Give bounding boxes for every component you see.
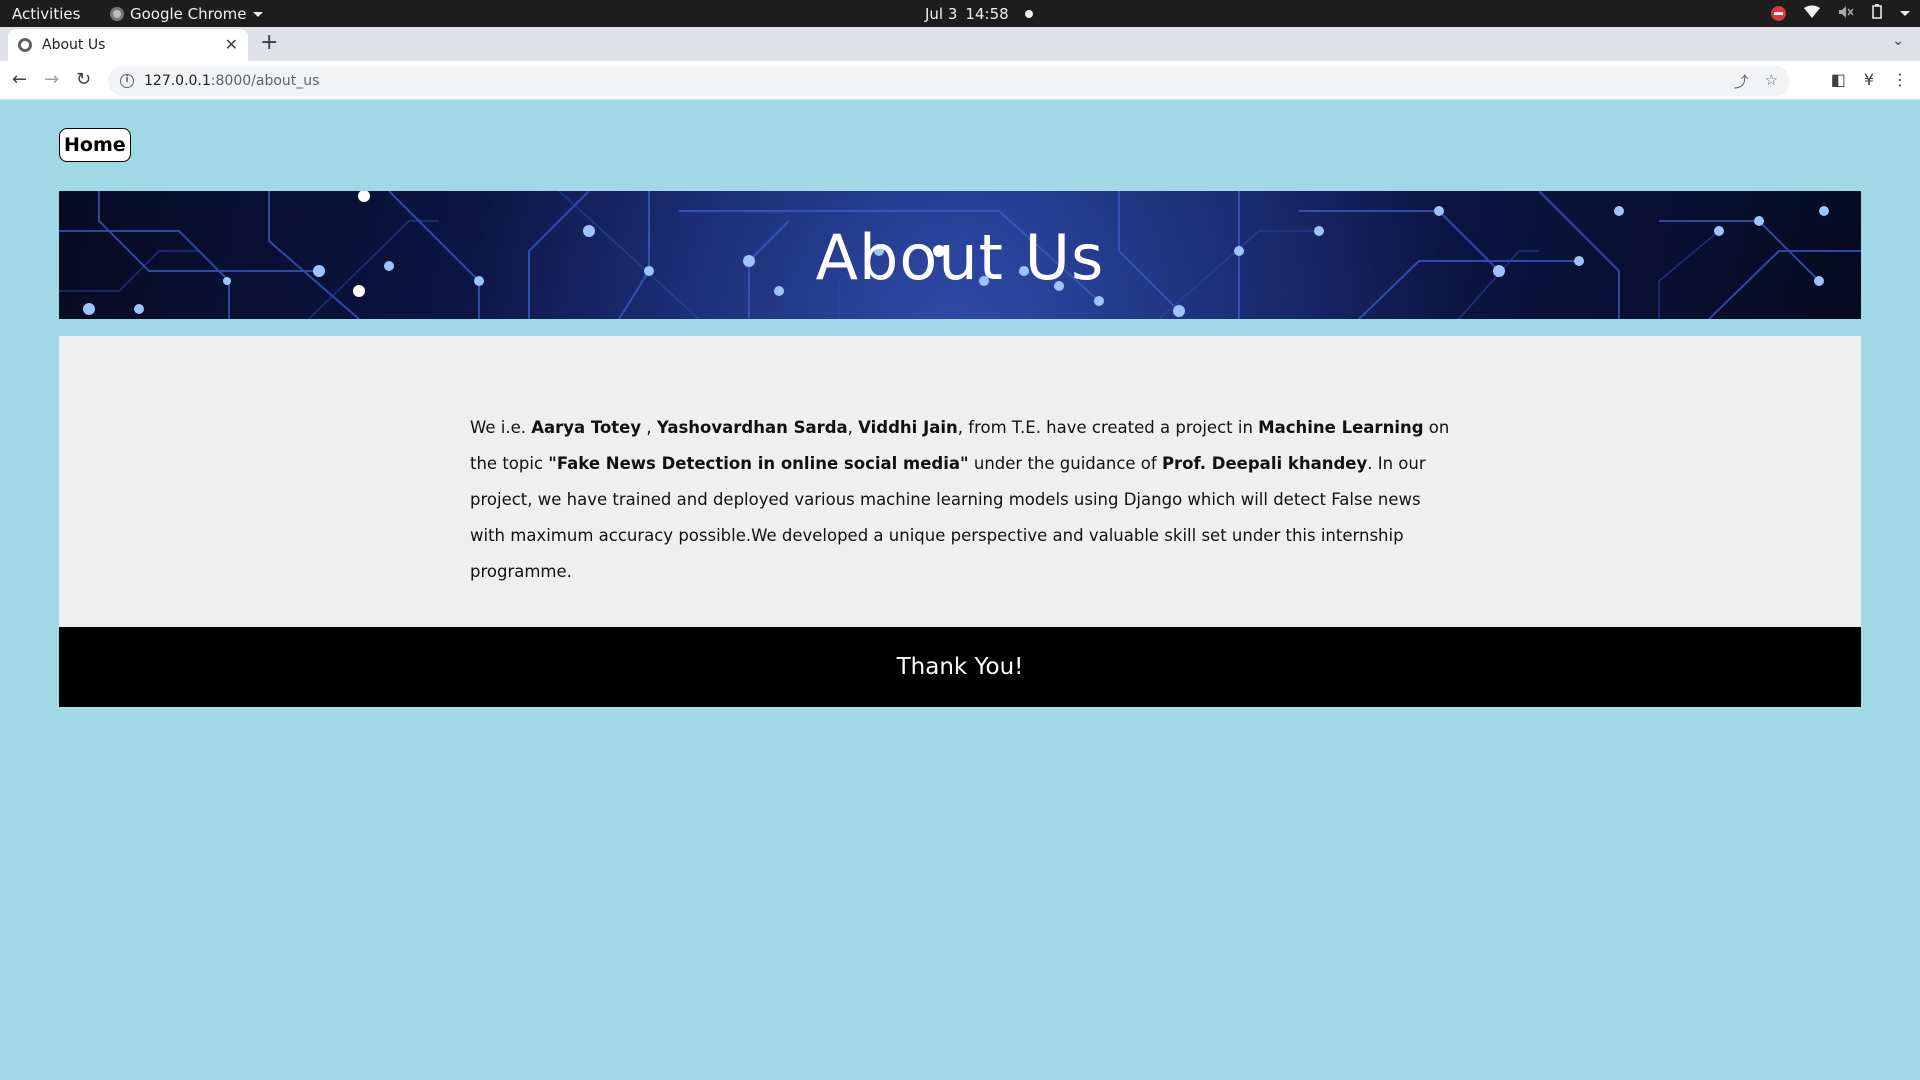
new-tab-plus-icon[interactable]: + xyxy=(260,30,278,55)
site-info-icon[interactable]: i xyxy=(120,74,134,88)
notification-dot-icon xyxy=(1024,10,1033,18)
about-paragraph: We i.e. Aarya Totey , Yashovardhan Sarda… xyxy=(470,410,1460,590)
about-text-2: , xyxy=(641,418,657,437)
app-menu[interactable]: Google Chrome xyxy=(110,5,263,23)
activities-button[interactable]: Activities xyxy=(12,5,80,23)
browser-toolbar: ← → ↻ i 127.0.0.1:8000/about_us ⤴ ☆ ◧ ¥ … xyxy=(0,61,1920,100)
close-tab-icon[interactable]: ✕ xyxy=(225,35,238,54)
author-name-1: Aarya Totey xyxy=(531,418,642,437)
author-name-3: Viddhi Jain xyxy=(858,418,958,437)
tab-search-chevron-icon[interactable]: ⌄ xyxy=(1892,33,1904,49)
url-host: 127.0.0.1 xyxy=(144,73,211,89)
page-body: Home About Us We i.e. Aarya Totey , Yash… xyxy=(0,100,1920,1080)
about-text-4: , from T.E. have created a project in xyxy=(957,418,1259,437)
tab-title: About Us xyxy=(42,37,106,53)
chrome-menu-icon[interactable]: ⋮ xyxy=(1892,70,1908,89)
do-not-disturb-icon xyxy=(1771,6,1786,21)
side-panel-icon[interactable]: ◧ xyxy=(1831,70,1846,89)
extension-icon[interactable]: ¥ xyxy=(1864,70,1874,89)
address-bar[interactable]: i 127.0.0.1:8000/about_us ⤴ ☆ xyxy=(108,66,1790,96)
about-text-6: under the guidance of xyxy=(968,454,1162,473)
share-icon[interactable]: ⤴ xyxy=(1734,71,1749,92)
os-top-bar: Activities Google Chrome Jul 3 14:58 xyxy=(0,0,1920,27)
bookmark-star-icon[interactable]: ☆ xyxy=(1765,71,1778,92)
clock[interactable]: Jul 3 14:58 xyxy=(925,5,1033,23)
tab-strip: About Us ✕ + ⌄ xyxy=(0,27,1920,61)
globe-favicon-icon xyxy=(18,38,32,52)
chrome-icon xyxy=(110,7,124,21)
battery-icon xyxy=(1872,4,1882,23)
volume-muted-icon xyxy=(1838,5,1854,23)
page-title: About Us xyxy=(815,220,1105,294)
about-section: We i.e. Aarya Totey , Yashovardhan Sarda… xyxy=(59,336,1861,627)
system-tray[interactable] xyxy=(1771,4,1910,23)
about-banner: About Us xyxy=(59,191,1861,319)
toolbar-actions: ◧ ¥ ⋮ xyxy=(1831,70,1908,89)
about-text-7: . In our project, we have trained and de… xyxy=(470,454,1426,581)
back-arrow-icon[interactable]: ← xyxy=(12,69,27,90)
home-button[interactable]: Home xyxy=(59,128,131,162)
about-text-1: We i.e. xyxy=(470,418,532,437)
reload-icon[interactable]: ↻ xyxy=(76,69,91,90)
footer: Thank You! xyxy=(59,627,1861,707)
footer-thank-you: Thank You! xyxy=(896,654,1024,680)
guide-name: Prof. Deepali khandey xyxy=(1161,454,1368,473)
clock-date: Jul 3 xyxy=(925,5,958,23)
clock-time: 14:58 xyxy=(965,5,1009,23)
url-path: :8000/about_us xyxy=(210,73,320,89)
about-text-3: , xyxy=(847,418,859,437)
system-menu-caret-icon xyxy=(1900,11,1910,16)
project-topic: "Fake News Detection in online social me… xyxy=(548,454,969,473)
forward-arrow-icon[interactable]: → xyxy=(44,69,59,90)
caret-down-icon xyxy=(252,11,263,17)
author-name-2: Yashovardhan Sarda xyxy=(656,418,848,437)
subject-name: Machine Learning xyxy=(1258,418,1424,437)
app-menu-label: Google Chrome xyxy=(130,5,247,23)
address-bar-actions: ⤴ ☆ xyxy=(1734,71,1778,92)
tab-about-us[interactable]: About Us ✕ xyxy=(8,29,248,61)
wifi-icon xyxy=(1804,5,1820,23)
